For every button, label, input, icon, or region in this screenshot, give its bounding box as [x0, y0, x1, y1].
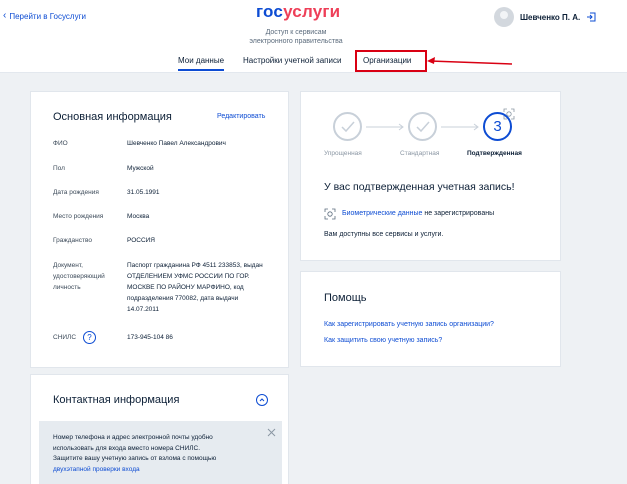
gosuslugi-logo[interactable]: госуслуги [256, 2, 340, 22]
main-info-card: Основная информация Редактировать ФИО Ше… [30, 91, 289, 368]
tab-account-settings[interactable]: Настройки учетной записи [243, 56, 341, 65]
back-to-gosuslugi-link[interactable]: ‹ Перейти в Госуслуги [3, 11, 86, 21]
biometric-data-link[interactable]: Биометрические данные [342, 210, 422, 217]
collapse-toggle-button[interactable] [256, 394, 268, 406]
tab-my-data[interactable]: Мои данные [178, 56, 225, 71]
chevron-up-icon [259, 398, 265, 402]
logout-icon[interactable] [586, 12, 596, 22]
step-standard-label: Стандартная [400, 150, 440, 157]
page-header: ‹ Перейти в Госуслуги госуслуги Доступ к… [0, 0, 627, 73]
step-arrow-icon [366, 123, 404, 131]
contact-info-title: Контактная информация [53, 394, 180, 406]
user-name[interactable]: Шевченко П. А. [520, 13, 580, 22]
help-link-protect-account[interactable]: Как защитить свою учетную запись? [324, 337, 442, 344]
help-icon[interactable]: ? [83, 331, 96, 344]
avatar[interactable] [494, 7, 514, 27]
notice-text: Номер телефона и адрес электронной почты… [53, 433, 263, 475]
close-icon[interactable] [267, 428, 276, 437]
help-link-register-org[interactable]: Как зарегистрировать учетную запись орга… [324, 321, 494, 328]
biometric-face-icon [503, 108, 515, 120]
help-card: Помощь Как зарегистрировать учетную запи… [300, 271, 561, 367]
check-icon [416, 121, 430, 133]
step-arrow-icon [441, 123, 479, 131]
organizations-highlight-box [355, 50, 427, 72]
user-menu[interactable]: Шевченко П. А. [494, 7, 596, 27]
logo-tagline: Доступ к сервисам электронного правитель… [249, 29, 343, 45]
step-confirmed-label: Подтвержденная [467, 150, 522, 157]
chevron-left-icon: ‹ [3, 10, 7, 21]
contact-notice: Номер телефона и адрес электронной почты… [39, 421, 282, 484]
edit-link[interactable]: Редактировать [217, 113, 265, 120]
check-icon [341, 121, 355, 133]
account-status-card: 3 Упрощенная Стандартная Подтвержденная … [300, 91, 561, 261]
main-info-title: Основная информация [53, 111, 172, 123]
help-title: Помощь [324, 292, 367, 304]
biometric-status: Биометрические данные не зарегистрирован… [342, 210, 494, 217]
two-step-verification-link[interactable]: двухэтапной проверки входа [53, 465, 263, 476]
step-simplified-circle [333, 112, 362, 141]
annotation-arrow-icon [427, 57, 512, 65]
account-status-heading: У вас подтвержденная учетная запись! [324, 181, 515, 193]
biometric-status-text: не зарегистрированы [424, 210, 495, 217]
contact-info-card: Контактная информация Номер телефона и а… [30, 374, 289, 484]
profile-tabs: Мои данные Настройки учетной записи Орга… [0, 54, 627, 73]
biometric-face-icon [324, 208, 336, 220]
step-simplified-label: Упрощенная [324, 150, 362, 157]
step-standard-circle [408, 112, 437, 141]
services-available-text: Вам доступны все сервисы и услуги. [324, 231, 444, 238]
back-link-label: Перейти в Госуслуги [9, 11, 86, 21]
